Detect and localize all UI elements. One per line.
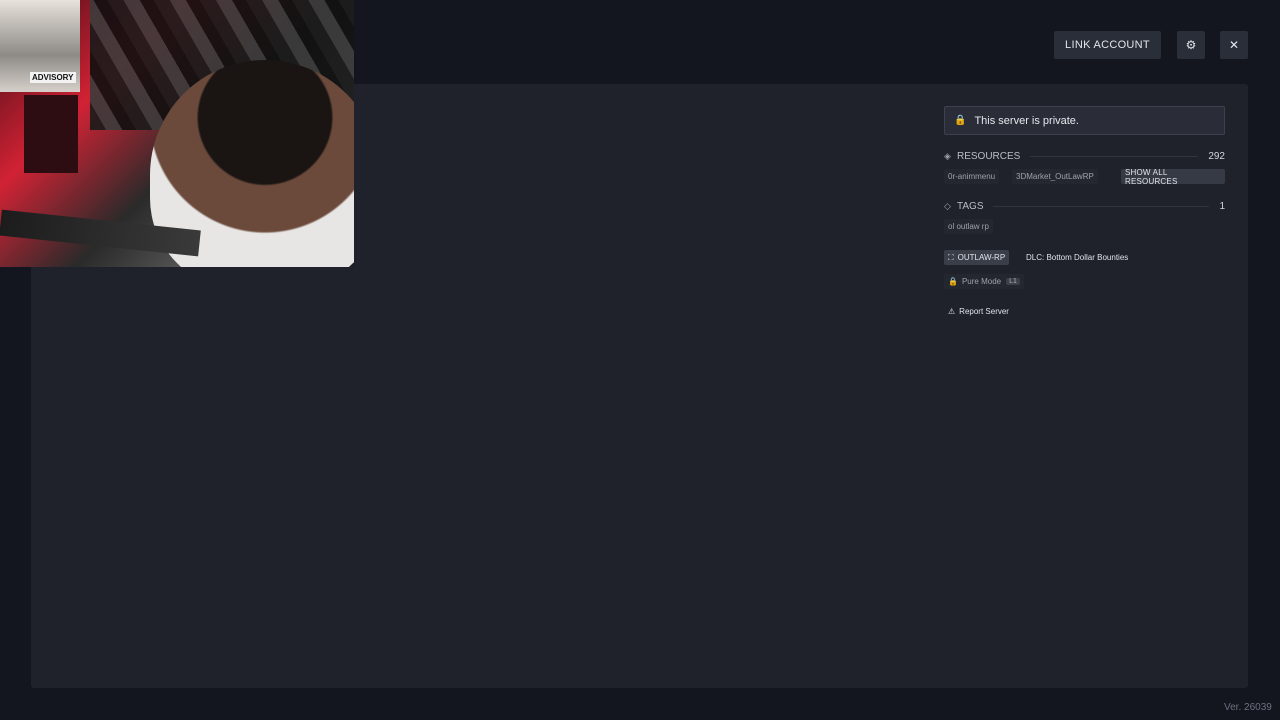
tags-header: ◇ TAGS 1 (944, 199, 1225, 213)
version-label: Ver. 26039 (1224, 702, 1272, 713)
controller-icon: ⛶ (948, 252, 954, 262)
tag-icon: ◇ (944, 200, 951, 211)
private-notice-text: This server is private. (974, 114, 1079, 127)
close-button[interactable]: ✕ (1220, 31, 1248, 59)
webcam-poster-2 (24, 95, 78, 173)
lock-icon: 🔒 (948, 277, 958, 286)
lock-icon: 🔒 (954, 115, 967, 126)
gear-icon: ⚙ (1185, 38, 1197, 52)
show-all-resources-button[interactable]: SHOW ALL RESOURCES (1121, 168, 1225, 186)
resources-label: RESOURCES (957, 150, 1021, 162)
link-account-button[interactable]: LINK ACCOUNT (1054, 31, 1161, 59)
report-server-label: Report Server (959, 307, 1009, 316)
close-icon: ✕ (1228, 38, 1240, 52)
resources-header: ◈ RESOURCES 292 (944, 149, 1225, 163)
resource-chip: 0r-animmenu (944, 169, 1000, 184)
resource-chip: 3DMarket_OutLawRP (1012, 169, 1098, 184)
dlc-chip: DLC: Bottom Dollar Bounties (1026, 253, 1129, 262)
settings-button[interactable]: ⚙ (1177, 31, 1205, 59)
pure-mode-level-badge: L1 (1006, 278, 1020, 285)
pure-mode-chip: 🔒 Pure Mode L1 (944, 274, 1024, 289)
game-build-chip: ⛶ OUTLAW-RP (944, 250, 1010, 265)
poster-text: ADVISORY (30, 72, 76, 83)
webcam-overlay: ADVISORY (0, 0, 354, 267)
tag-chip[interactable]: ol outlaw rp (944, 219, 993, 234)
warning-icon: ⚠ (948, 307, 956, 316)
pure-mode-label: Pure Mode (961, 277, 1002, 286)
layers-icon: ◈ (944, 150, 951, 161)
private-notice: 🔒 This server is private. (944, 106, 1225, 135)
divider (1030, 155, 1199, 157)
report-server-link[interactable]: ⚠ Report Server (948, 307, 1009, 316)
tags-count: 1 (1219, 200, 1225, 212)
game-build-label: OUTLAW-RP (957, 253, 1006, 262)
webcam-poster: ADVISORY (0, 0, 80, 92)
divider (993, 205, 1210, 207)
tags-label: TAGS (957, 200, 984, 212)
resources-count: 292 (1208, 150, 1225, 162)
